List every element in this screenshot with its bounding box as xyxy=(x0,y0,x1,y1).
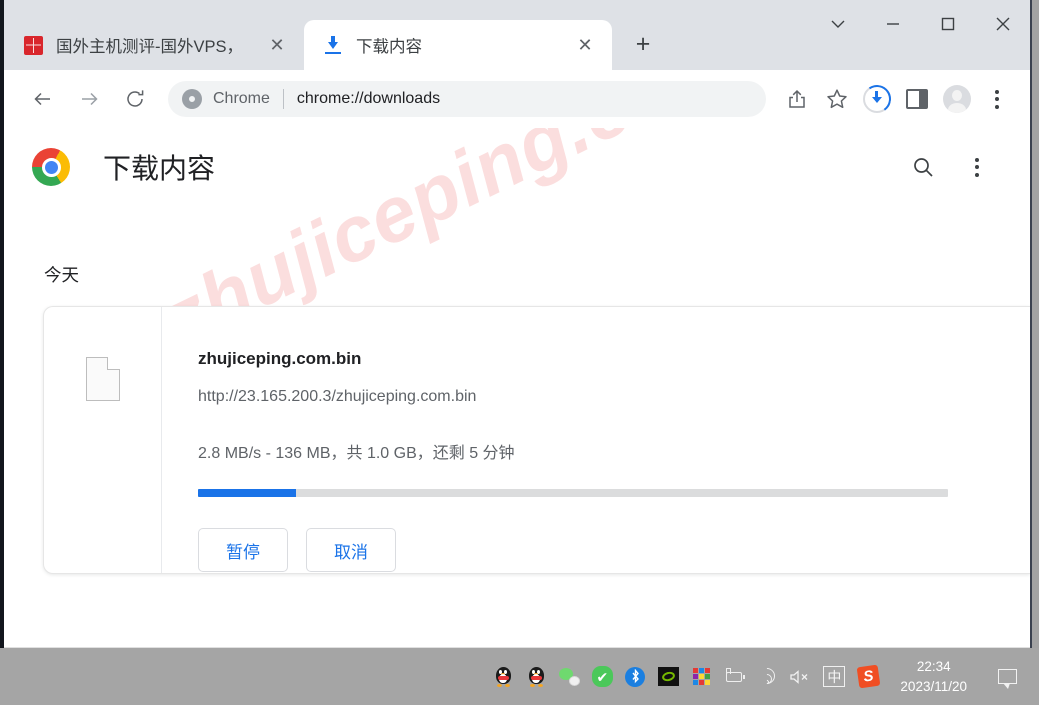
close-icon[interactable] xyxy=(975,0,1030,48)
tab-title: 国外主机测评-国外VPS， xyxy=(56,38,244,56)
download-progress-icon[interactable] xyxy=(858,80,896,118)
file-url[interactable]: http://23.165.200.3/zhujiceping.com.bin xyxy=(198,388,1030,406)
file-icon-column xyxy=(44,307,162,573)
color-grid-icon[interactable] xyxy=(690,666,712,688)
back-arrow-icon[interactable] xyxy=(24,80,62,118)
address-bar[interactable]: Chrome chrome://downloads xyxy=(168,81,766,117)
download-item-card: zhujiceping.com.bin http://23.165.200.3/… xyxy=(43,306,1030,574)
tab-title: 下载内容 xyxy=(356,38,422,56)
volume-mute-icon[interactable] xyxy=(789,666,811,688)
cancel-button[interactable]: 取消 xyxy=(306,528,396,572)
check-glyph: ✔ xyxy=(591,666,613,687)
omnibox-url-text[interactable]: chrome://downloads xyxy=(297,90,440,108)
tab-close-button[interactable]: ✕ xyxy=(266,34,288,56)
window-controls xyxy=(810,0,1030,70)
sogou-icon[interactable]: S xyxy=(856,664,881,689)
forward-arrow-icon[interactable] xyxy=(70,80,108,118)
maximize-icon[interactable] xyxy=(920,0,975,48)
chrome-logo-icon xyxy=(32,148,70,186)
avatar-icon[interactable] xyxy=(938,80,976,118)
download-status-text: 2.8 MB/s - 136 MB，共 1.0 GB，还剩 5 分钟 xyxy=(198,445,515,462)
kebab-menu-icon[interactable] xyxy=(978,80,1016,118)
tab-close-button[interactable]: ✕ xyxy=(574,34,596,56)
clock-date: 2023/11/20 xyxy=(900,678,967,694)
omnibox-scheme-label: Chrome xyxy=(213,90,270,107)
downloads-page-header: 下载内容 xyxy=(4,128,1030,206)
security-check-icon[interactable]: ✔ xyxy=(591,666,613,688)
sogou-glyph: S xyxy=(856,664,881,689)
side-panel-icon[interactable] xyxy=(898,80,936,118)
nvidia-icon[interactable] xyxy=(657,666,679,688)
notification-icon[interactable] xyxy=(998,669,1017,689)
progress-fill xyxy=(198,489,296,497)
reload-icon[interactable] xyxy=(116,80,154,118)
pause-button[interactable]: 暂停 xyxy=(198,528,288,572)
windows-taskbar[interactable]: ✔ 中 S 22:34 2023/11/20 xyxy=(0,648,1039,705)
wechat-icon[interactable] xyxy=(558,666,580,688)
download-details: zhujiceping.com.bin http://23.165.200.3/… xyxy=(162,307,1030,573)
battery-icon[interactable] xyxy=(723,666,746,688)
clock-time: 22:34 xyxy=(916,658,951,674)
star-icon[interactable] xyxy=(818,80,856,118)
qq-icon-1[interactable] xyxy=(492,666,514,688)
generic-file-icon xyxy=(85,357,120,401)
kebab-menu-icon[interactable] xyxy=(964,154,990,180)
browser-toolbar: Chrome chrome://downloads xyxy=(4,70,1030,128)
bluetooth-icon[interactable] xyxy=(624,666,646,688)
ime-glyph: 中 xyxy=(823,666,846,687)
file-name[interactable]: zhujiceping.com.bin xyxy=(198,349,1030,369)
system-tray[interactable]: ✔ 中 S 22:34 2023/11/20 xyxy=(492,657,1039,696)
downloads-page: zhujiceping.com 下载内容 今天 zhujiceping.com.… xyxy=(4,128,1030,648)
ime-icon[interactable]: 中 xyxy=(822,666,846,688)
screen: ✔ 中 S 22:34 2023/11/20 国外主机测评-国外VPS， ✕ 下… xyxy=(0,0,1039,705)
date-section-label: 今天 xyxy=(44,265,79,285)
bluetooth-glyph xyxy=(632,669,639,684)
page-actions xyxy=(910,154,1008,180)
window-bottom-edge xyxy=(0,647,1030,648)
browser-tab-inactive[interactable]: 国外主机测评-国外VPS， ✕ xyxy=(4,20,304,70)
page-title: 下载内容 xyxy=(103,153,216,184)
qq-icon-2[interactable] xyxy=(525,666,547,688)
tab-search-chevron-down-icon[interactable] xyxy=(810,0,865,48)
download-progress-bar xyxy=(198,489,948,497)
search-icon[interactable] xyxy=(910,154,936,180)
site-favicon-red-icon xyxy=(22,34,44,56)
taskbar-clock[interactable]: 22:34 2023/11/20 xyxy=(900,657,967,696)
share-icon[interactable] xyxy=(778,80,816,118)
download-actions: 暂停 取消 xyxy=(198,528,1030,572)
download-icon xyxy=(322,34,344,56)
chrome-browser-window: 国外主机测评-国外VPS， ✕ 下载内容 ✕ + Chrome chrome:/… xyxy=(0,0,1032,648)
tab-strip: 国外主机测评-国外VPS， ✕ 下载内容 ✕ + xyxy=(4,0,1030,70)
browser-tab-active[interactable]: 下载内容 ✕ xyxy=(304,20,612,70)
chrome-logo-icon xyxy=(182,89,202,109)
omnibox-divider xyxy=(282,89,284,109)
mute-glyph xyxy=(790,669,808,684)
wifi-icon[interactable] xyxy=(756,664,779,688)
new-tab-button[interactable]: + xyxy=(628,29,658,59)
minimize-icon[interactable] xyxy=(865,0,920,48)
